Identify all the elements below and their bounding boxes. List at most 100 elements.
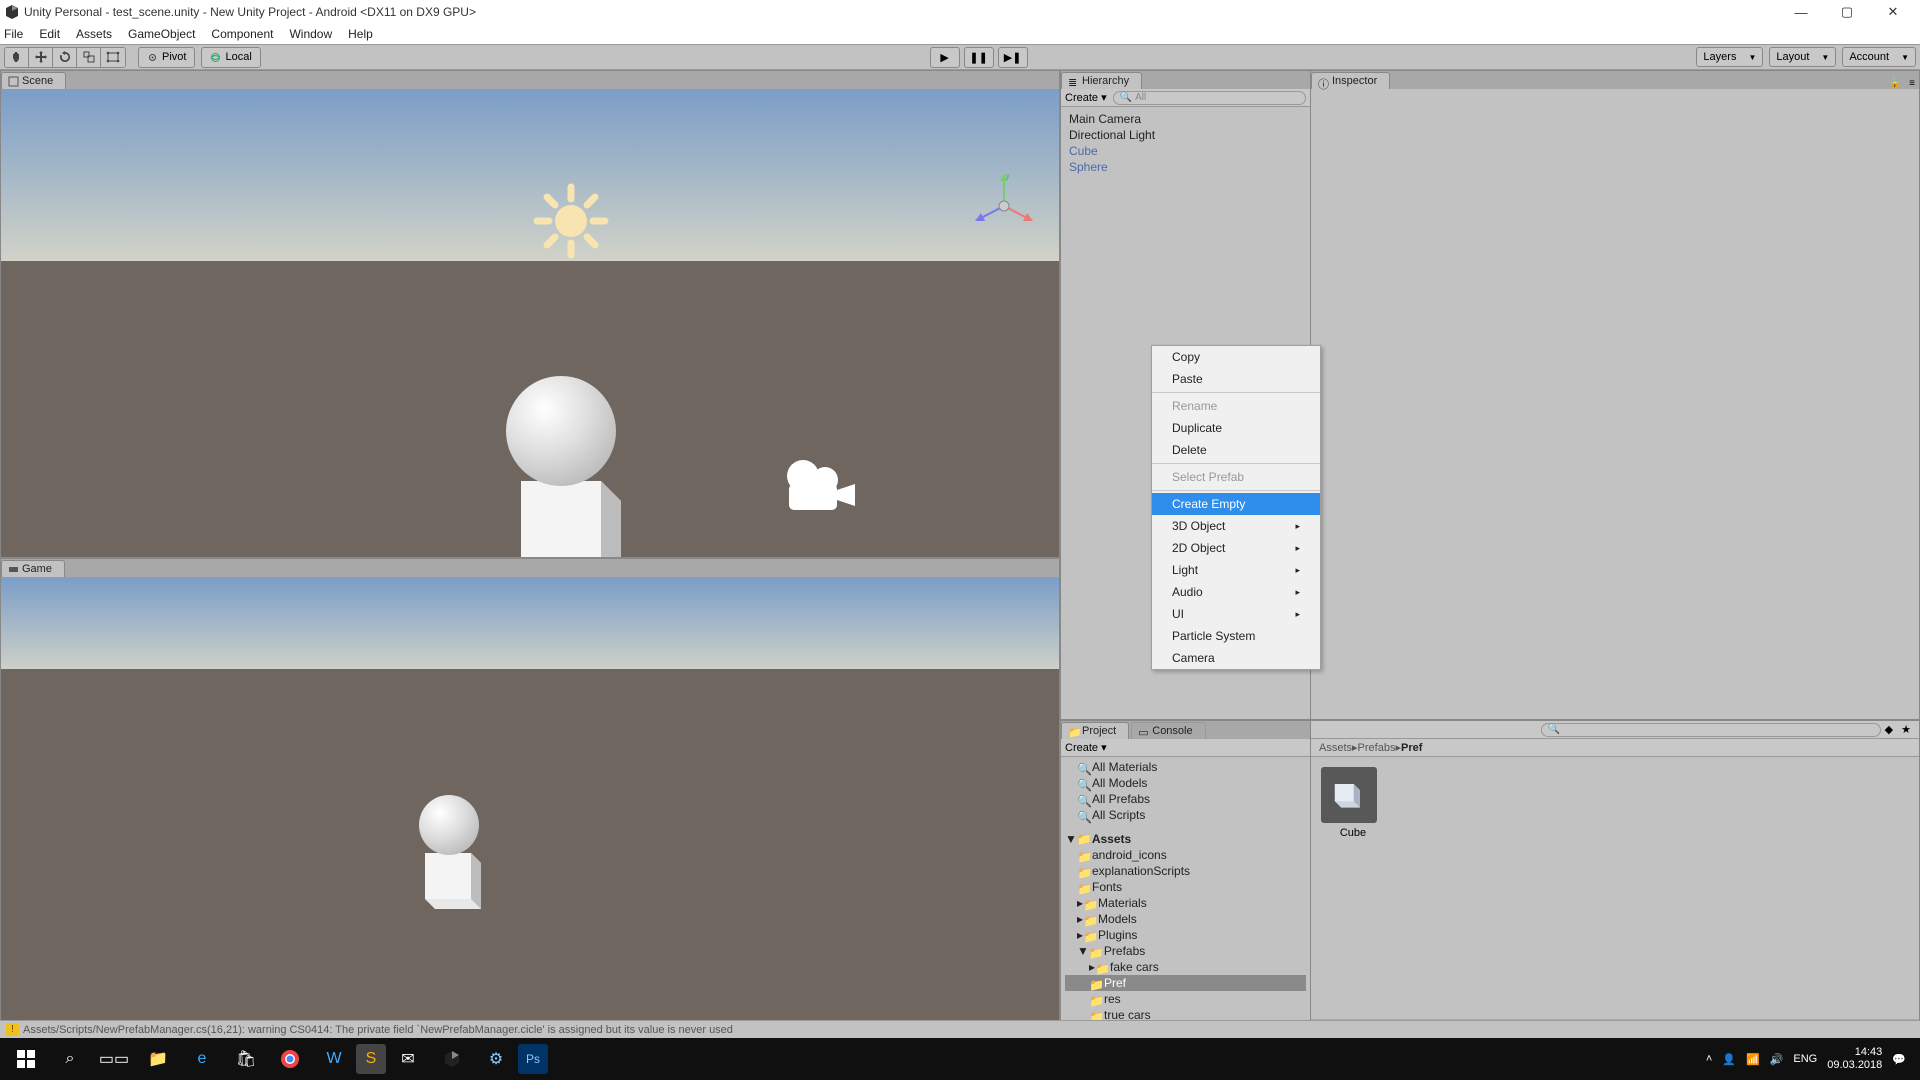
window-title: Unity Personal - test_scene.unity - New … — [24, 5, 476, 19]
filter-icon[interactable]: ◆ — [1881, 723, 1897, 736]
ctx-audio[interactable]: Audio▸ — [1152, 581, 1320, 603]
filter-icon[interactable]: ★ — [1897, 723, 1915, 736]
axis-gizmo[interactable]: y — [969, 171, 1039, 241]
close-button[interactable]: ✕ — [1870, 0, 1916, 24]
camera-gizmo[interactable] — [781, 456, 861, 516]
bc-item[interactable]: Prefabs — [1358, 742, 1396, 754]
panel-menu-icon[interactable]: ≡ — [1905, 78, 1919, 89]
ctx-ui[interactable]: UI▸ — [1152, 603, 1320, 625]
folder-item[interactable]: 📁res — [1065, 991, 1306, 1007]
project-tab[interactable]: 📁Project — [1061, 722, 1129, 739]
start-button[interactable] — [4, 1039, 48, 1079]
lock-icon[interactable]: 🔒 — [1885, 78, 1905, 89]
tray-up-icon[interactable]: ˄ — [1706, 1053, 1712, 1065]
step-button[interactable]: ▶❚ — [998, 47, 1028, 68]
hierarchy-search[interactable]: 🔍 All — [1113, 91, 1306, 105]
folder-item[interactable]: 📁android_icons — [1065, 847, 1306, 863]
status-bar[interactable]: ! Assets/Scripts/NewPrefabManager.cs(16,… — [0, 1020, 1920, 1038]
folder-item[interactable]: ▸📁Materials — [1065, 895, 1306, 911]
app-icon[interactable]: ⚙ — [474, 1039, 518, 1079]
hierarchy-item[interactable]: Cube — [1069, 143, 1302, 159]
bc-item[interactable]: Assets — [1319, 742, 1352, 754]
word-icon[interactable]: W — [312, 1039, 356, 1079]
folder-item[interactable]: 📁Fonts — [1065, 879, 1306, 895]
play-button[interactable]: ▶ — [930, 47, 960, 68]
ctx-particle[interactable]: Particle System — [1152, 625, 1320, 647]
fav-item[interactable]: 🔍All Models — [1065, 775, 1306, 791]
menu-file[interactable]: File — [4, 27, 23, 41]
scene-tab[interactable]: Scene — [1, 72, 66, 89]
folder-item[interactable]: ▼📁Prefabs — [1065, 943, 1306, 959]
chrome-icon[interactable] — [268, 1039, 312, 1079]
sphere-object[interactable] — [506, 376, 616, 486]
project-create[interactable]: Create ▾ — [1065, 741, 1107, 754]
folder-item[interactable]: 📁explanationScripts — [1065, 863, 1306, 879]
bc-item[interactable]: Pref — [1401, 742, 1422, 754]
edge-icon[interactable]: e — [180, 1039, 224, 1079]
notifications-icon[interactable]: 💬 — [1892, 1053, 1906, 1066]
fav-item[interactable]: 🔍All Prefabs — [1065, 791, 1306, 807]
ctx-delete[interactable]: Delete — [1152, 439, 1320, 461]
ctx-duplicate[interactable]: Duplicate — [1152, 417, 1320, 439]
inspector-tab[interactable]: ⓘInspector — [1311, 72, 1390, 89]
assets-root[interactable]: ▼📁 Assets — [1065, 831, 1306, 847]
photoshop-icon[interactable]: Ps — [518, 1044, 548, 1074]
search-icon[interactable]: ⌕ — [48, 1039, 92, 1079]
ctx-paste[interactable]: Paste — [1152, 368, 1320, 390]
tray-lang[interactable]: ENG — [1793, 1053, 1817, 1065]
mail-icon[interactable]: ✉ — [386, 1039, 430, 1079]
game-tab[interactable]: Game — [1, 560, 65, 577]
folder-item[interactable]: ▸📁Plugins — [1065, 927, 1306, 943]
rect-tool[interactable] — [101, 48, 125, 67]
minimize-button[interactable]: — — [1778, 0, 1824, 24]
scene-view[interactable]: Scene Shaded▾ | 2D ☀ 🔊 ▭▾ Gizmos ▾ 🔍 All — [0, 70, 1060, 558]
menu-window[interactable]: Window — [289, 27, 332, 41]
folder-item-selected[interactable]: 📁Pref — [1065, 975, 1306, 991]
ctx-camera[interactable]: Camera — [1152, 647, 1320, 669]
game-view[interactable]: Game Free Aspect▾ Maximize on Play Mute … — [0, 558, 1060, 1038]
store-icon[interactable]: 🛍 — [224, 1039, 268, 1079]
maximize-button[interactable]: ▢ — [1824, 0, 1870, 24]
scale-tool[interactable] — [77, 48, 101, 67]
menu-gameobject[interactable]: GameObject — [128, 27, 195, 41]
taskview-icon[interactable]: ▭▭ — [92, 1039, 136, 1079]
directional-light-gizmo[interactable] — [531, 181, 611, 261]
fav-item[interactable]: 🔍All Scripts — [1065, 807, 1306, 823]
sublime-icon[interactable]: S — [356, 1044, 386, 1074]
hierarchy-tab[interactable]: ≣Hierarchy — [1061, 72, 1142, 89]
tray-clock[interactable]: 14:43 09.03.2018 — [1827, 1046, 1882, 1072]
menu-assets[interactable]: Assets — [76, 27, 112, 41]
rotate-tool[interactable] — [53, 48, 77, 67]
console-tab[interactable]: ▭Console — [1131, 722, 1205, 739]
fav-item[interactable]: 🔍All Materials — [1065, 759, 1306, 775]
layout-dropdown[interactable]: Layout▼ — [1769, 47, 1836, 67]
tray-volume-icon[interactable]: 🔊 — [1770, 1053, 1784, 1066]
folder-item[interactable]: ▸📁fake cars — [1065, 959, 1306, 975]
pivot-toggle[interactable]: Pivot — [138, 47, 195, 68]
ctx-light[interactable]: Light▸ — [1152, 559, 1320, 581]
menu-help[interactable]: Help — [348, 27, 373, 41]
explorer-icon[interactable]: 📁 — [136, 1039, 180, 1079]
hierarchy-item[interactable]: Directional Light — [1069, 127, 1302, 143]
folder-item[interactable]: ▸📁Models — [1065, 911, 1306, 927]
hand-tool[interactable] — [5, 48, 29, 67]
hierarchy-create[interactable]: Create ▾ — [1065, 91, 1107, 104]
account-dropdown[interactable]: Account▼ — [1842, 47, 1916, 67]
unity-icon[interactable] — [430, 1039, 474, 1079]
menu-edit[interactable]: Edit — [39, 27, 60, 41]
layers-dropdown[interactable]: Layers▼ — [1696, 47, 1763, 67]
ctx-create-empty[interactable]: Create Empty — [1152, 493, 1320, 515]
menu-component[interactable]: Component — [211, 27, 273, 41]
move-tool[interactable] — [29, 48, 53, 67]
project-search[interactable]: 🔍 — [1541, 723, 1881, 737]
tray-network-icon[interactable]: 📶 — [1746, 1053, 1760, 1066]
asset-item[interactable]: Cube — [1321, 767, 1385, 839]
pause-button[interactable]: ❚❚ — [964, 47, 994, 68]
ctx-2d-object[interactable]: 2D Object▸ — [1152, 537, 1320, 559]
ctx-copy[interactable]: Copy — [1152, 346, 1320, 368]
hierarchy-item[interactable]: Main Camera — [1069, 111, 1302, 127]
ctx-3d-object[interactable]: 3D Object▸ — [1152, 515, 1320, 537]
tray-people-icon[interactable]: 👤 — [1722, 1053, 1736, 1066]
local-toggle[interactable]: Local — [201, 47, 260, 68]
hierarchy-item[interactable]: Sphere — [1069, 159, 1302, 175]
